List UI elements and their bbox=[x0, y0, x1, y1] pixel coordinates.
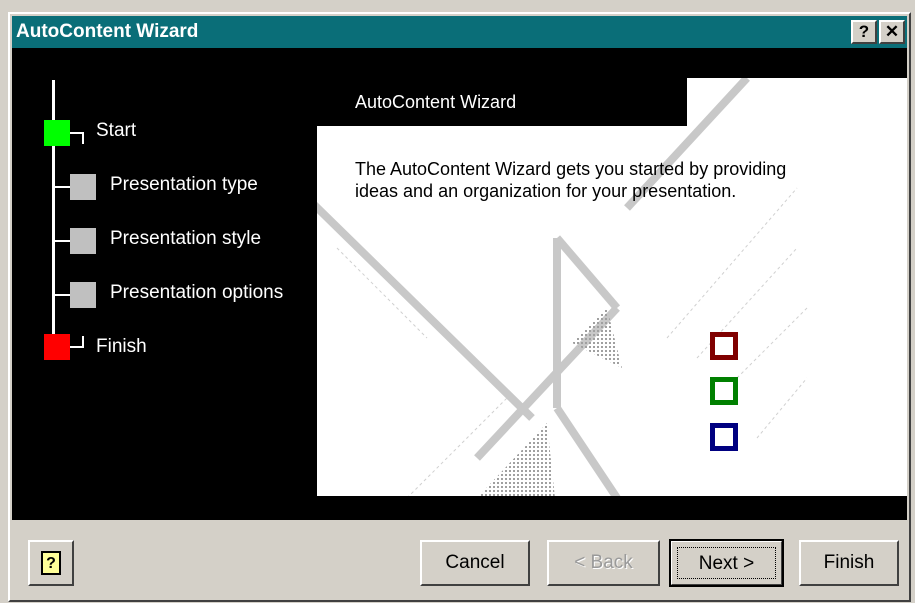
button-bar: ? Cancel < Back Next > Finish bbox=[12, 520, 907, 600]
decor-square-blue bbox=[710, 423, 738, 451]
step-connector bbox=[54, 294, 70, 296]
title-help-button[interactable]: ? bbox=[851, 20, 877, 44]
window-title: AutoContent Wizard bbox=[16, 21, 199, 42]
panel-heading: AutoContent Wizard bbox=[355, 92, 517, 112]
step-label-start: Start bbox=[96, 120, 137, 141]
step-marker-presentation-style bbox=[70, 228, 96, 254]
cancel-button[interactable]: Cancel bbox=[420, 540, 530, 586]
step-marker-start bbox=[44, 120, 70, 146]
finish-button[interactable]: Finish bbox=[799, 540, 899, 586]
step-marker-presentation-options bbox=[70, 282, 96, 308]
decor-square-red bbox=[710, 332, 738, 360]
next-button[interactable]: Next > bbox=[669, 539, 784, 587]
step-label-presentation-options: Presentation options bbox=[110, 282, 284, 303]
wizard-content: Start Presentation type Presentation sty… bbox=[12, 48, 907, 520]
decor-square-green bbox=[710, 377, 738, 405]
panel-description: The AutoContent Wizard gets you started … bbox=[355, 159, 787, 201]
step-label-presentation-style: Presentation style bbox=[110, 228, 262, 249]
help-question-icon: ? bbox=[41, 551, 61, 575]
step-connector bbox=[82, 336, 84, 348]
roadmap: Start Presentation type Presentation sty… bbox=[12, 48, 317, 520]
wizard-panel: AutoContent Wizard The AutoContent Wizar… bbox=[317, 78, 907, 496]
title-bar[interactable]: AutoContent Wizard ? ✕ bbox=[12, 16, 907, 48]
step-label-presentation-type: Presentation type bbox=[110, 174, 258, 195]
back-button[interactable]: < Back bbox=[547, 540, 660, 586]
next-button-label: Next > bbox=[677, 547, 776, 579]
panel-header: AutoContent Wizard bbox=[317, 78, 687, 126]
wizard-window: AutoContent Wizard ? ✕ Start Presentatio… bbox=[8, 12, 911, 602]
roadmap-line bbox=[52, 80, 55, 335]
decorative-artwork bbox=[317, 78, 808, 496]
step-marker-finish bbox=[44, 334, 70, 360]
step-connector bbox=[54, 240, 70, 242]
step-marker-presentation-type bbox=[70, 174, 96, 200]
close-button[interactable]: ✕ bbox=[879, 20, 905, 44]
step-label-finish: Finish bbox=[96, 336, 147, 357]
step-connector bbox=[82, 132, 84, 144]
help-button[interactable]: ? bbox=[28, 540, 74, 586]
step-connector bbox=[54, 186, 70, 188]
